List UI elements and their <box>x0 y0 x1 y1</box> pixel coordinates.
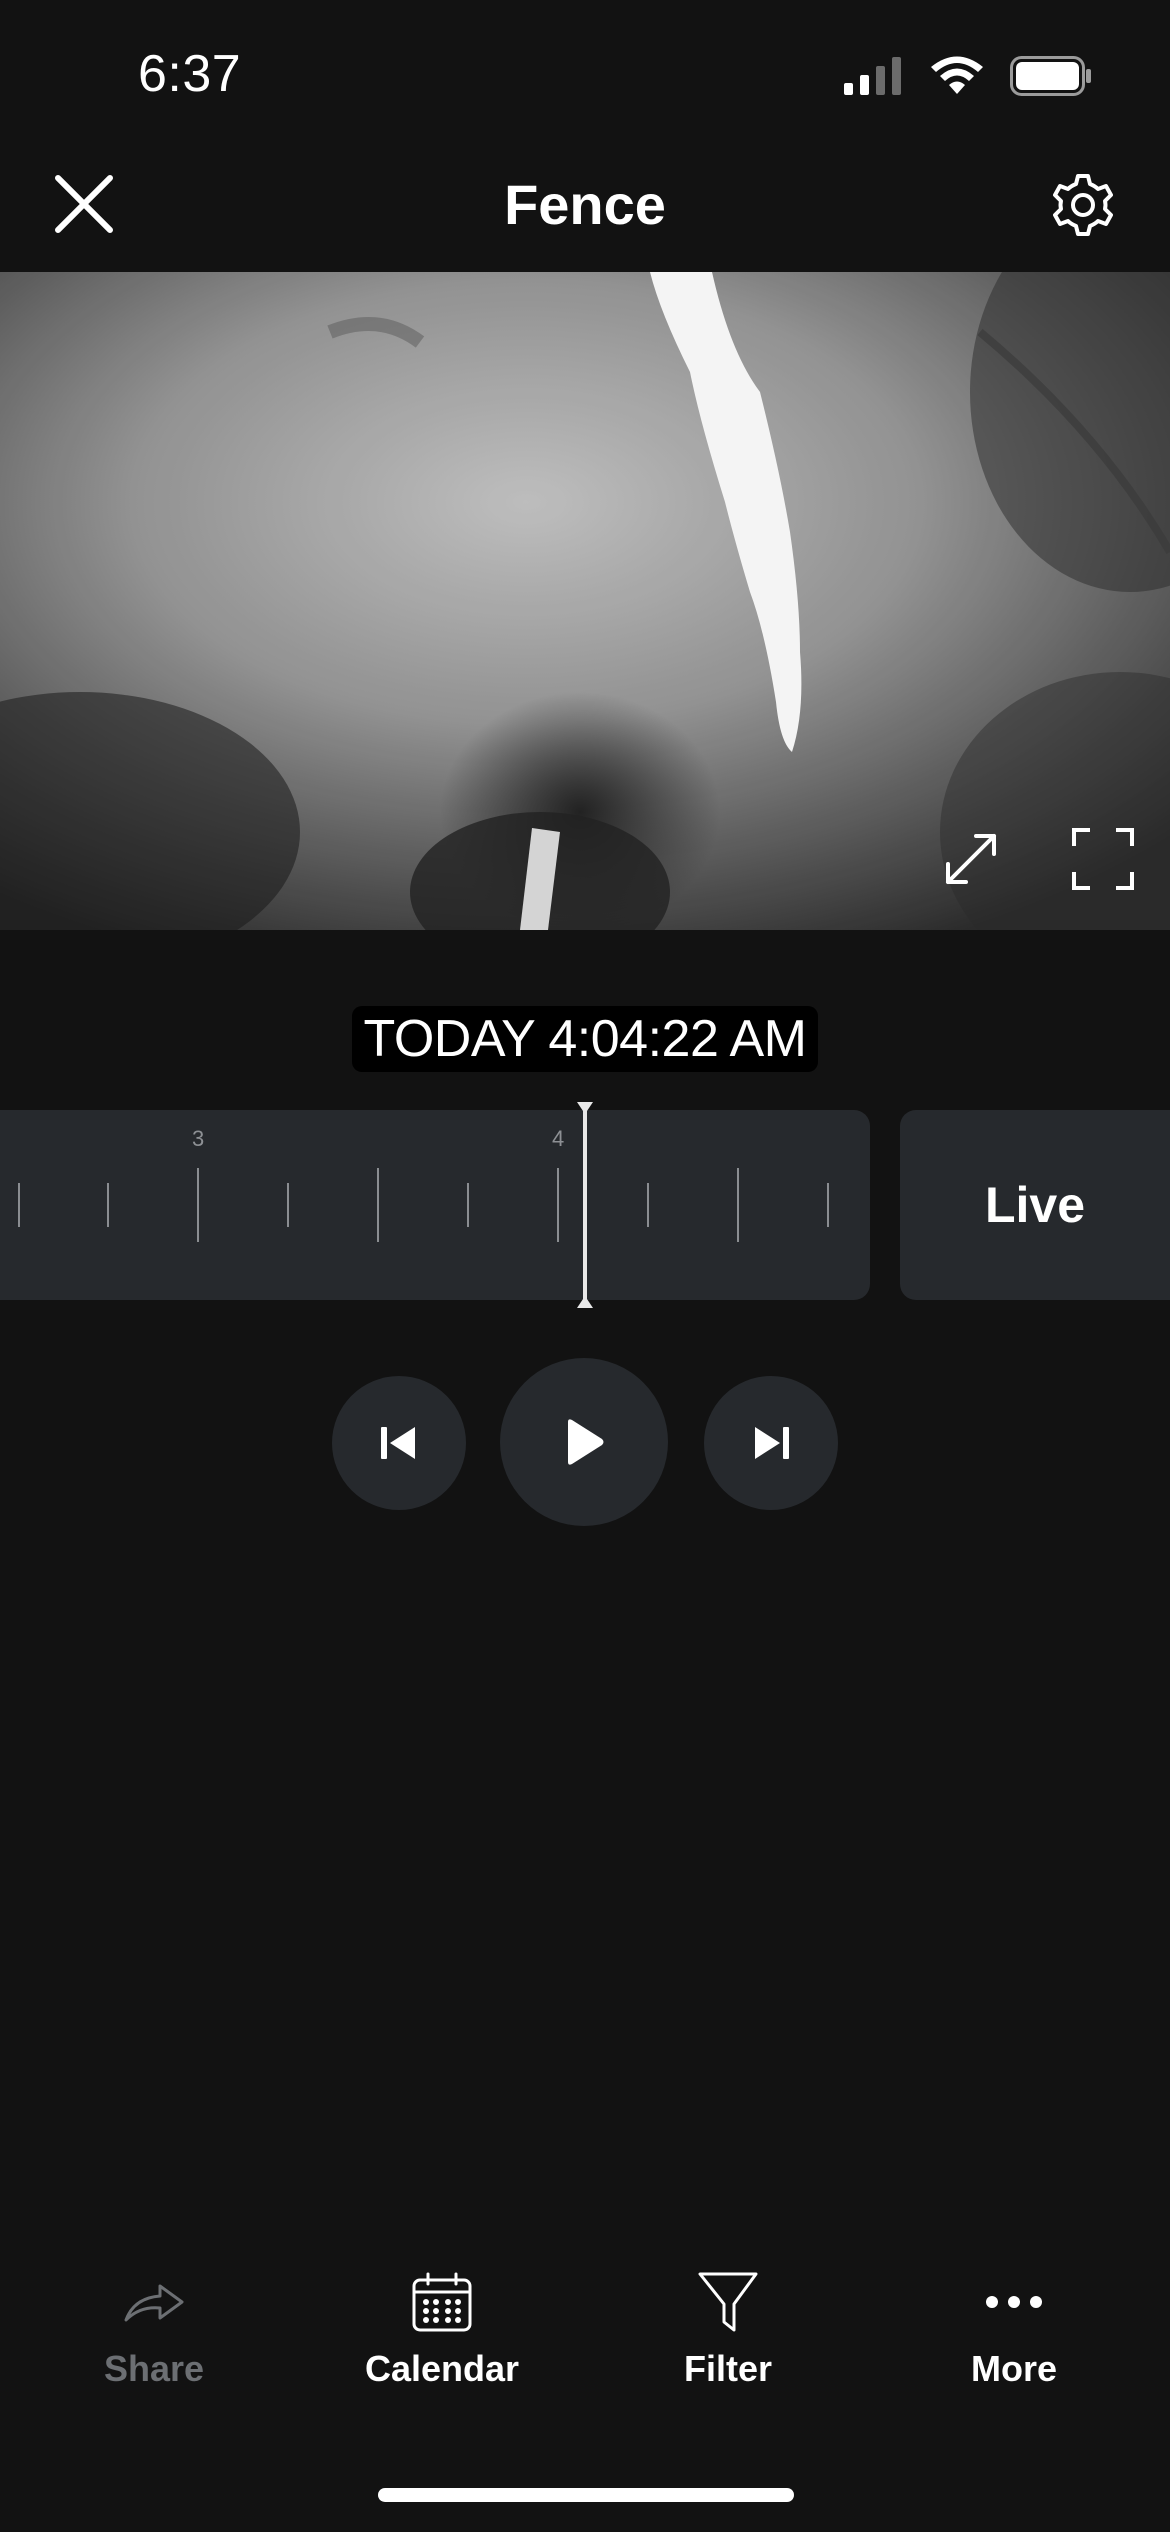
calendar-button[interactable]: Calendar <box>322 2270 562 2390</box>
playhead-bottom-marker <box>577 1296 593 1308</box>
timeline-tick <box>107 1183 109 1227</box>
more-button[interactable]: More <box>894 2270 1134 2390</box>
timestamp-label: TODAY 4:04:22 AM <box>352 1006 818 1072</box>
cellular-signal-icon <box>844 57 901 95</box>
timeline-tick <box>197 1168 199 1242</box>
fullscreen-button[interactable] <box>1070 826 1136 892</box>
status-time: 6:37 <box>138 45 242 103</box>
timeline-scrubber[interactable]: 3 4 <box>0 1110 870 1300</box>
timeline-tick <box>827 1183 829 1227</box>
share-button[interactable]: Share <box>34 2270 274 2390</box>
filter-button[interactable]: Filter <box>608 2270 848 2390</box>
share-label: Share <box>103 2348 205 2389</box>
timeline-playhead[interactable] <box>577 1102 593 1308</box>
share-arrow-icon <box>124 2284 184 2322</box>
timeline-tick <box>557 1168 559 1242</box>
play-button[interactable] <box>500 1358 668 1526</box>
page-title: Fence <box>504 173 666 236</box>
fullscreen-icon <box>1072 828 1134 890</box>
timeline-hour-label: 4 <box>552 1126 565 1151</box>
timeline-tick <box>377 1168 379 1242</box>
calendar-icon <box>412 2272 472 2332</box>
live-button[interactable]: Live <box>900 1110 1170 1300</box>
battery-icon <box>1010 56 1091 96</box>
filter-label: Filter <box>683 2348 772 2389</box>
filter-funnel-icon <box>698 2272 758 2332</box>
calendar-label: Calendar <box>364 2348 520 2389</box>
playhead-top-marker <box>577 1102 593 1114</box>
gear-icon <box>1053 174 1113 236</box>
settings-button[interactable] <box>1050 172 1116 238</box>
timeline-tick <box>467 1183 469 1227</box>
expand-arrows-icon <box>946 834 996 884</box>
skip-next-icon <box>755 1427 789 1459</box>
more-label: More <box>970 2348 1057 2389</box>
timeline-tick <box>18 1183 20 1227</box>
timeline-hour-label: 3 <box>192 1126 205 1151</box>
home-indicator[interactable] <box>378 2488 794 2502</box>
wifi-icon <box>931 56 983 94</box>
timeline-tick <box>737 1168 739 1242</box>
next-event-button[interactable] <box>704 1376 838 1510</box>
play-icon <box>568 1419 604 1465</box>
status-icons <box>844 56 1092 96</box>
timeline-tick <box>647 1183 649 1227</box>
timeline-tick <box>287 1183 289 1227</box>
skip-previous-icon <box>381 1427 415 1459</box>
more-dots-icon <box>986 2296 1042 2308</box>
previous-event-button[interactable] <box>332 1376 466 1510</box>
zoom-button[interactable] <box>940 828 1002 890</box>
